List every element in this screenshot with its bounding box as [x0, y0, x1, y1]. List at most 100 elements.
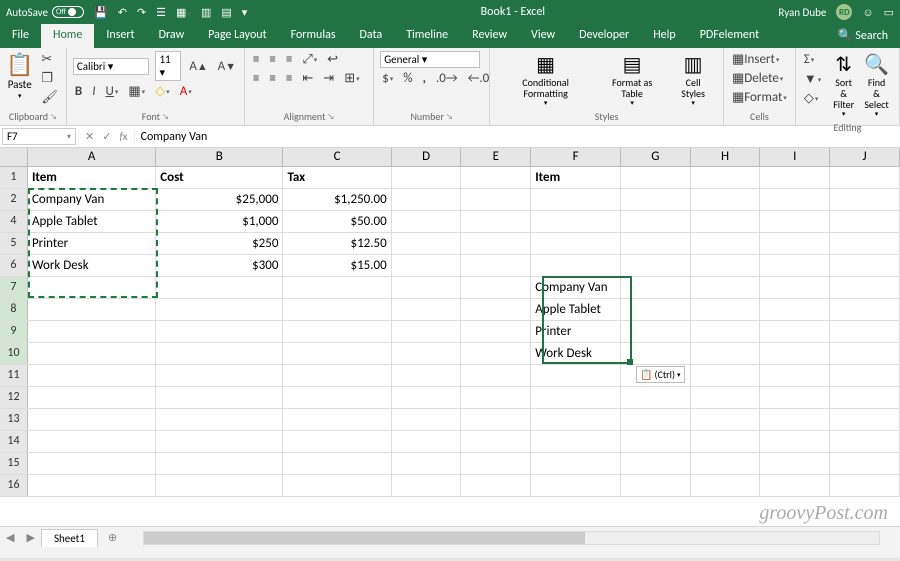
- tab-home[interactable]: Home: [41, 24, 94, 48]
- cell[interactable]: Tax: [283, 166, 391, 188]
- align-center-icon[interactable]: ≡: [267, 70, 277, 87]
- copy-icon[interactable]: ❐: [39, 70, 60, 87]
- tab-timeline[interactable]: Timeline: [394, 24, 460, 48]
- cell[interactable]: [391, 452, 461, 474]
- cell[interactable]: [830, 188, 900, 210]
- cell[interactable]: [760, 430, 830, 452]
- cell[interactable]: [531, 408, 621, 430]
- bold-button[interactable]: B: [73, 83, 84, 100]
- row-header[interactable]: 9: [0, 320, 27, 342]
- row-header[interactable]: 8: [0, 298, 27, 320]
- cell-styles-button[interactable]: ▥Cell Styles▾: [669, 51, 717, 109]
- cell[interactable]: [391, 386, 461, 408]
- cell[interactable]: [690, 166, 760, 188]
- tab-developer[interactable]: Developer: [567, 24, 641, 48]
- cell[interactable]: [156, 474, 283, 496]
- cell[interactable]: Apple Tablet: [27, 210, 155, 232]
- increase-decimal-icon[interactable]: .0→: [434, 70, 460, 87]
- cell[interactable]: [760, 166, 830, 188]
- cell[interactable]: [531, 188, 621, 210]
- cell[interactable]: [690, 386, 760, 408]
- qat-icon[interactable]: ▤: [221, 6, 231, 19]
- row-header[interactable]: 15: [0, 452, 27, 474]
- row-header[interactable]: 6: [0, 254, 27, 276]
- cell[interactable]: $250: [156, 232, 283, 254]
- sheet-nav-next-icon[interactable]: ▶: [20, 531, 40, 544]
- column-header[interactable]: C: [283, 148, 391, 166]
- cell[interactable]: [27, 386, 155, 408]
- spreadsheet-grid[interactable]: ABCDEFGHIJ1ItemCostTaxItem2Company Van$2…: [0, 148, 900, 526]
- cell[interactable]: Company Van: [531, 276, 621, 298]
- cell[interactable]: [156, 408, 283, 430]
- cell[interactable]: [760, 276, 830, 298]
- format-painter-icon[interactable]: 🖌: [39, 89, 60, 106]
- cell[interactable]: [27, 474, 155, 496]
- cell[interactable]: [620, 452, 690, 474]
- cell[interactable]: [531, 474, 621, 496]
- tab-draw[interactable]: Draw: [147, 24, 197, 48]
- cut-icon[interactable]: ✂: [39, 51, 60, 68]
- paste-button[interactable]: 📋 Paste▾: [6, 51, 33, 100]
- cell[interactable]: [461, 210, 531, 232]
- fill-color-button[interactable]: ◇: [153, 83, 172, 100]
- row-header[interactable]: 12: [0, 386, 27, 408]
- cell[interactable]: [760, 408, 830, 430]
- cell[interactable]: [27, 276, 155, 298]
- row-header[interactable]: 13: [0, 408, 27, 430]
- qat-icon[interactable]: ▥: [201, 6, 211, 19]
- row-header[interactable]: 7: [0, 276, 27, 298]
- cell[interactable]: [461, 342, 531, 364]
- cell[interactable]: [690, 276, 760, 298]
- cell[interactable]: [830, 232, 900, 254]
- decrease-decimal-icon[interactable]: ←.0: [466, 70, 492, 87]
- cell[interactable]: [760, 254, 830, 276]
- user-name[interactable]: Ryan Dube: [778, 6, 826, 19]
- row-header[interactable]: 16: [0, 474, 27, 496]
- column-header[interactable]: B: [156, 148, 283, 166]
- cell[interactable]: [760, 298, 830, 320]
- row-header[interactable]: 10: [0, 342, 27, 364]
- redo-icon[interactable]: ↷: [137, 6, 146, 19]
- cell[interactable]: [760, 320, 830, 342]
- user-avatar[interactable]: RD: [836, 4, 852, 20]
- cell[interactable]: [461, 320, 531, 342]
- cell[interactable]: [620, 320, 690, 342]
- shrink-font-icon[interactable]: A▼: [216, 58, 238, 75]
- cell[interactable]: [461, 232, 531, 254]
- font-name-select[interactable]: Calibri ▾: [73, 58, 150, 75]
- cell[interactable]: [461, 386, 531, 408]
- row-header[interactable]: 2: [0, 188, 27, 210]
- cell[interactable]: [461, 408, 531, 430]
- cell[interactable]: [391, 210, 461, 232]
- sort-filter-button[interactable]: ⇅Sort & Filter▾: [829, 51, 858, 120]
- cell[interactable]: [620, 166, 690, 188]
- cell[interactable]: [620, 254, 690, 276]
- cell[interactable]: $1,000: [156, 210, 283, 232]
- ribbon-display-icon[interactable]: ▭: [884, 6, 894, 19]
- column-header[interactable]: D: [391, 148, 461, 166]
- cell[interactable]: [760, 364, 830, 386]
- cell[interactable]: [461, 364, 531, 386]
- tab-insert[interactable]: Insert: [94, 24, 146, 48]
- row-header[interactable]: 5: [0, 232, 27, 254]
- wrap-text-icon[interactable]: ↩: [325, 51, 340, 68]
- cell[interactable]: [531, 210, 621, 232]
- cell[interactable]: [830, 166, 900, 188]
- column-header[interactable]: A: [27, 148, 155, 166]
- cell[interactable]: [620, 430, 690, 452]
- cell[interactable]: Item: [27, 166, 155, 188]
- row-header[interactable]: 14: [0, 430, 27, 452]
- privacy-icon[interactable]: ☺: [862, 6, 873, 19]
- cell[interactable]: [391, 364, 461, 386]
- cell[interactable]: Printer: [531, 320, 621, 342]
- tab-view[interactable]: View: [519, 24, 567, 48]
- comma-icon[interactable]: ,: [421, 70, 428, 87]
- cell[interactable]: [690, 188, 760, 210]
- indent-left-icon[interactable]: ⇤: [300, 70, 315, 87]
- cell[interactable]: [283, 430, 391, 452]
- cell[interactable]: [27, 342, 155, 364]
- cell[interactable]: [461, 430, 531, 452]
- row-header[interactable]: 1: [0, 166, 27, 188]
- row-header[interactable]: 4: [0, 210, 27, 232]
- font-color-button[interactable]: A: [178, 83, 194, 100]
